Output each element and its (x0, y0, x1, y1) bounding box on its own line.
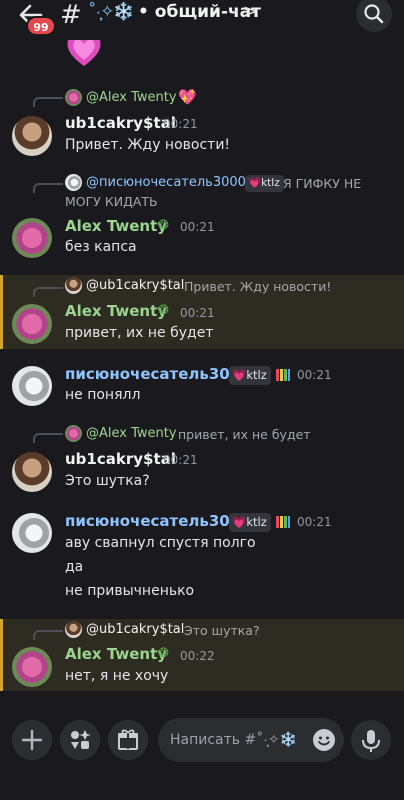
avatar[interactable] (12, 366, 52, 406)
message-text: Привет. Жду новости! (65, 137, 231, 153)
avatar[interactable] (12, 452, 52, 492)
message-time: 00:21 (297, 515, 332, 529)
message-text: аву свапнул спустя полго (65, 535, 256, 551)
heart-icon: 💗 (232, 368, 247, 382)
reply-connector (33, 630, 63, 640)
message-text: да (65, 559, 84, 575)
message-input-placeholder: Написать #˚·̩͙✧❄️ (170, 732, 298, 748)
gift-icon (118, 729, 138, 750)
avatar[interactable] (12, 218, 52, 258)
reply-connector (33, 433, 63, 443)
reply-avatar (65, 174, 82, 191)
reply-avatar (65, 621, 82, 638)
wreath-icon: ❂ (158, 218, 169, 233)
unread-badge: 99 (26, 16, 56, 36)
gift-button[interactable] (108, 720, 148, 760)
avatar[interactable] (12, 116, 52, 156)
reply-text: Это шутка? (184, 623, 260, 638)
reply-connector (33, 183, 63, 193)
message-time: 00:21 (163, 117, 198, 131)
avatar[interactable] (12, 513, 52, 553)
apps-button[interactable] (60, 720, 100, 760)
avatar[interactable] (12, 304, 52, 344)
apps-icon (71, 730, 91, 749)
wreath-icon: ❂ (158, 646, 169, 661)
channel-decoration: ˚·̩͙✧❄️ (88, 2, 135, 22)
message-author[interactable]: Alex Twenty (65, 645, 167, 663)
message-time: 00:22 (180, 649, 215, 663)
user-tag: 💗ktlz (245, 175, 284, 192)
reply-author[interactable]: @ub1cakry$tal (86, 622, 184, 637)
reply-author[interactable]: @ub1cakry$tal (86, 278, 184, 293)
reply-author[interactable]: @Alex Twenty (86, 426, 177, 441)
mic-icon (362, 730, 380, 752)
reply-avatar (65, 277, 82, 294)
heart-icon: 💗 (248, 177, 262, 189)
search-icon (364, 4, 384, 24)
reply-text: Привет. Жду новости! (184, 279, 332, 294)
reply-text: привет, их не будет (178, 427, 311, 442)
plus-icon (21, 729, 43, 751)
message-author[interactable]: Alex Twenty (65, 217, 167, 235)
search-button[interactable] (356, 0, 392, 32)
reply-avatar (65, 425, 82, 442)
voice-button[interactable] (351, 720, 391, 760)
role-icon (276, 516, 290, 528)
message-input[interactable]: Написать #˚·̩͙✧❄️ (158, 718, 344, 762)
message-author[interactable]: ub1cakry$tal (65, 114, 176, 132)
heart-icon: 💗 (232, 515, 247, 529)
chevron-right-icon[interactable]: > (243, 1, 258, 22)
composer-bar: Написать #˚·̩͙✧❄️ (0, 704, 404, 800)
message-time: 00:21 (163, 453, 198, 467)
reply-avatar (65, 89, 82, 106)
reply-author[interactable]: @Alex Twenty (86, 90, 177, 105)
message-text: привет, их не будет (65, 325, 214, 341)
heart-icon: 💖 (178, 88, 197, 106)
message-author[interactable]: писюночесатель3000 (65, 512, 251, 530)
hash-icon: # (60, 0, 82, 30)
message-text: Это шутка? (65, 473, 150, 489)
reply-connector (33, 97, 63, 107)
message-author[interactable]: Alex Twenty (65, 302, 167, 320)
wreath-icon: ❂ (158, 303, 169, 318)
reply-connector (33, 287, 63, 297)
message-text: не понялл (65, 387, 141, 403)
user-tag: 💗ktlz (229, 366, 271, 385)
reply-author[interactable]: @писюночесатель3000 (86, 175, 246, 190)
channel-header: 99 # ˚·̩͙✧❄️ • общий-чат > (0, 0, 404, 40)
message-text: не привычненько (65, 583, 195, 599)
message-author[interactable]: писюночесатель3000 (65, 365, 251, 383)
message-time: 00:21 (180, 306, 215, 320)
message-time: 00:21 (297, 368, 332, 382)
emoji-icon[interactable] (312, 728, 336, 752)
reply-text: Я ГИФКУ НЕ (283, 176, 362, 191)
user-tag: 💗ktlz (229, 513, 271, 532)
message-author[interactable]: ub1cakry$tal (65, 450, 176, 468)
message-text: без капса (65, 239, 137, 255)
role-icon (276, 369, 290, 381)
message-time: 00:21 (180, 220, 215, 234)
message-text: нет, я не хочу (65, 668, 169, 684)
reply-text-continued: МОГУ КИДАТЬ (65, 194, 158, 209)
avatar[interactable] (12, 647, 52, 687)
add-button[interactable] (12, 720, 52, 760)
